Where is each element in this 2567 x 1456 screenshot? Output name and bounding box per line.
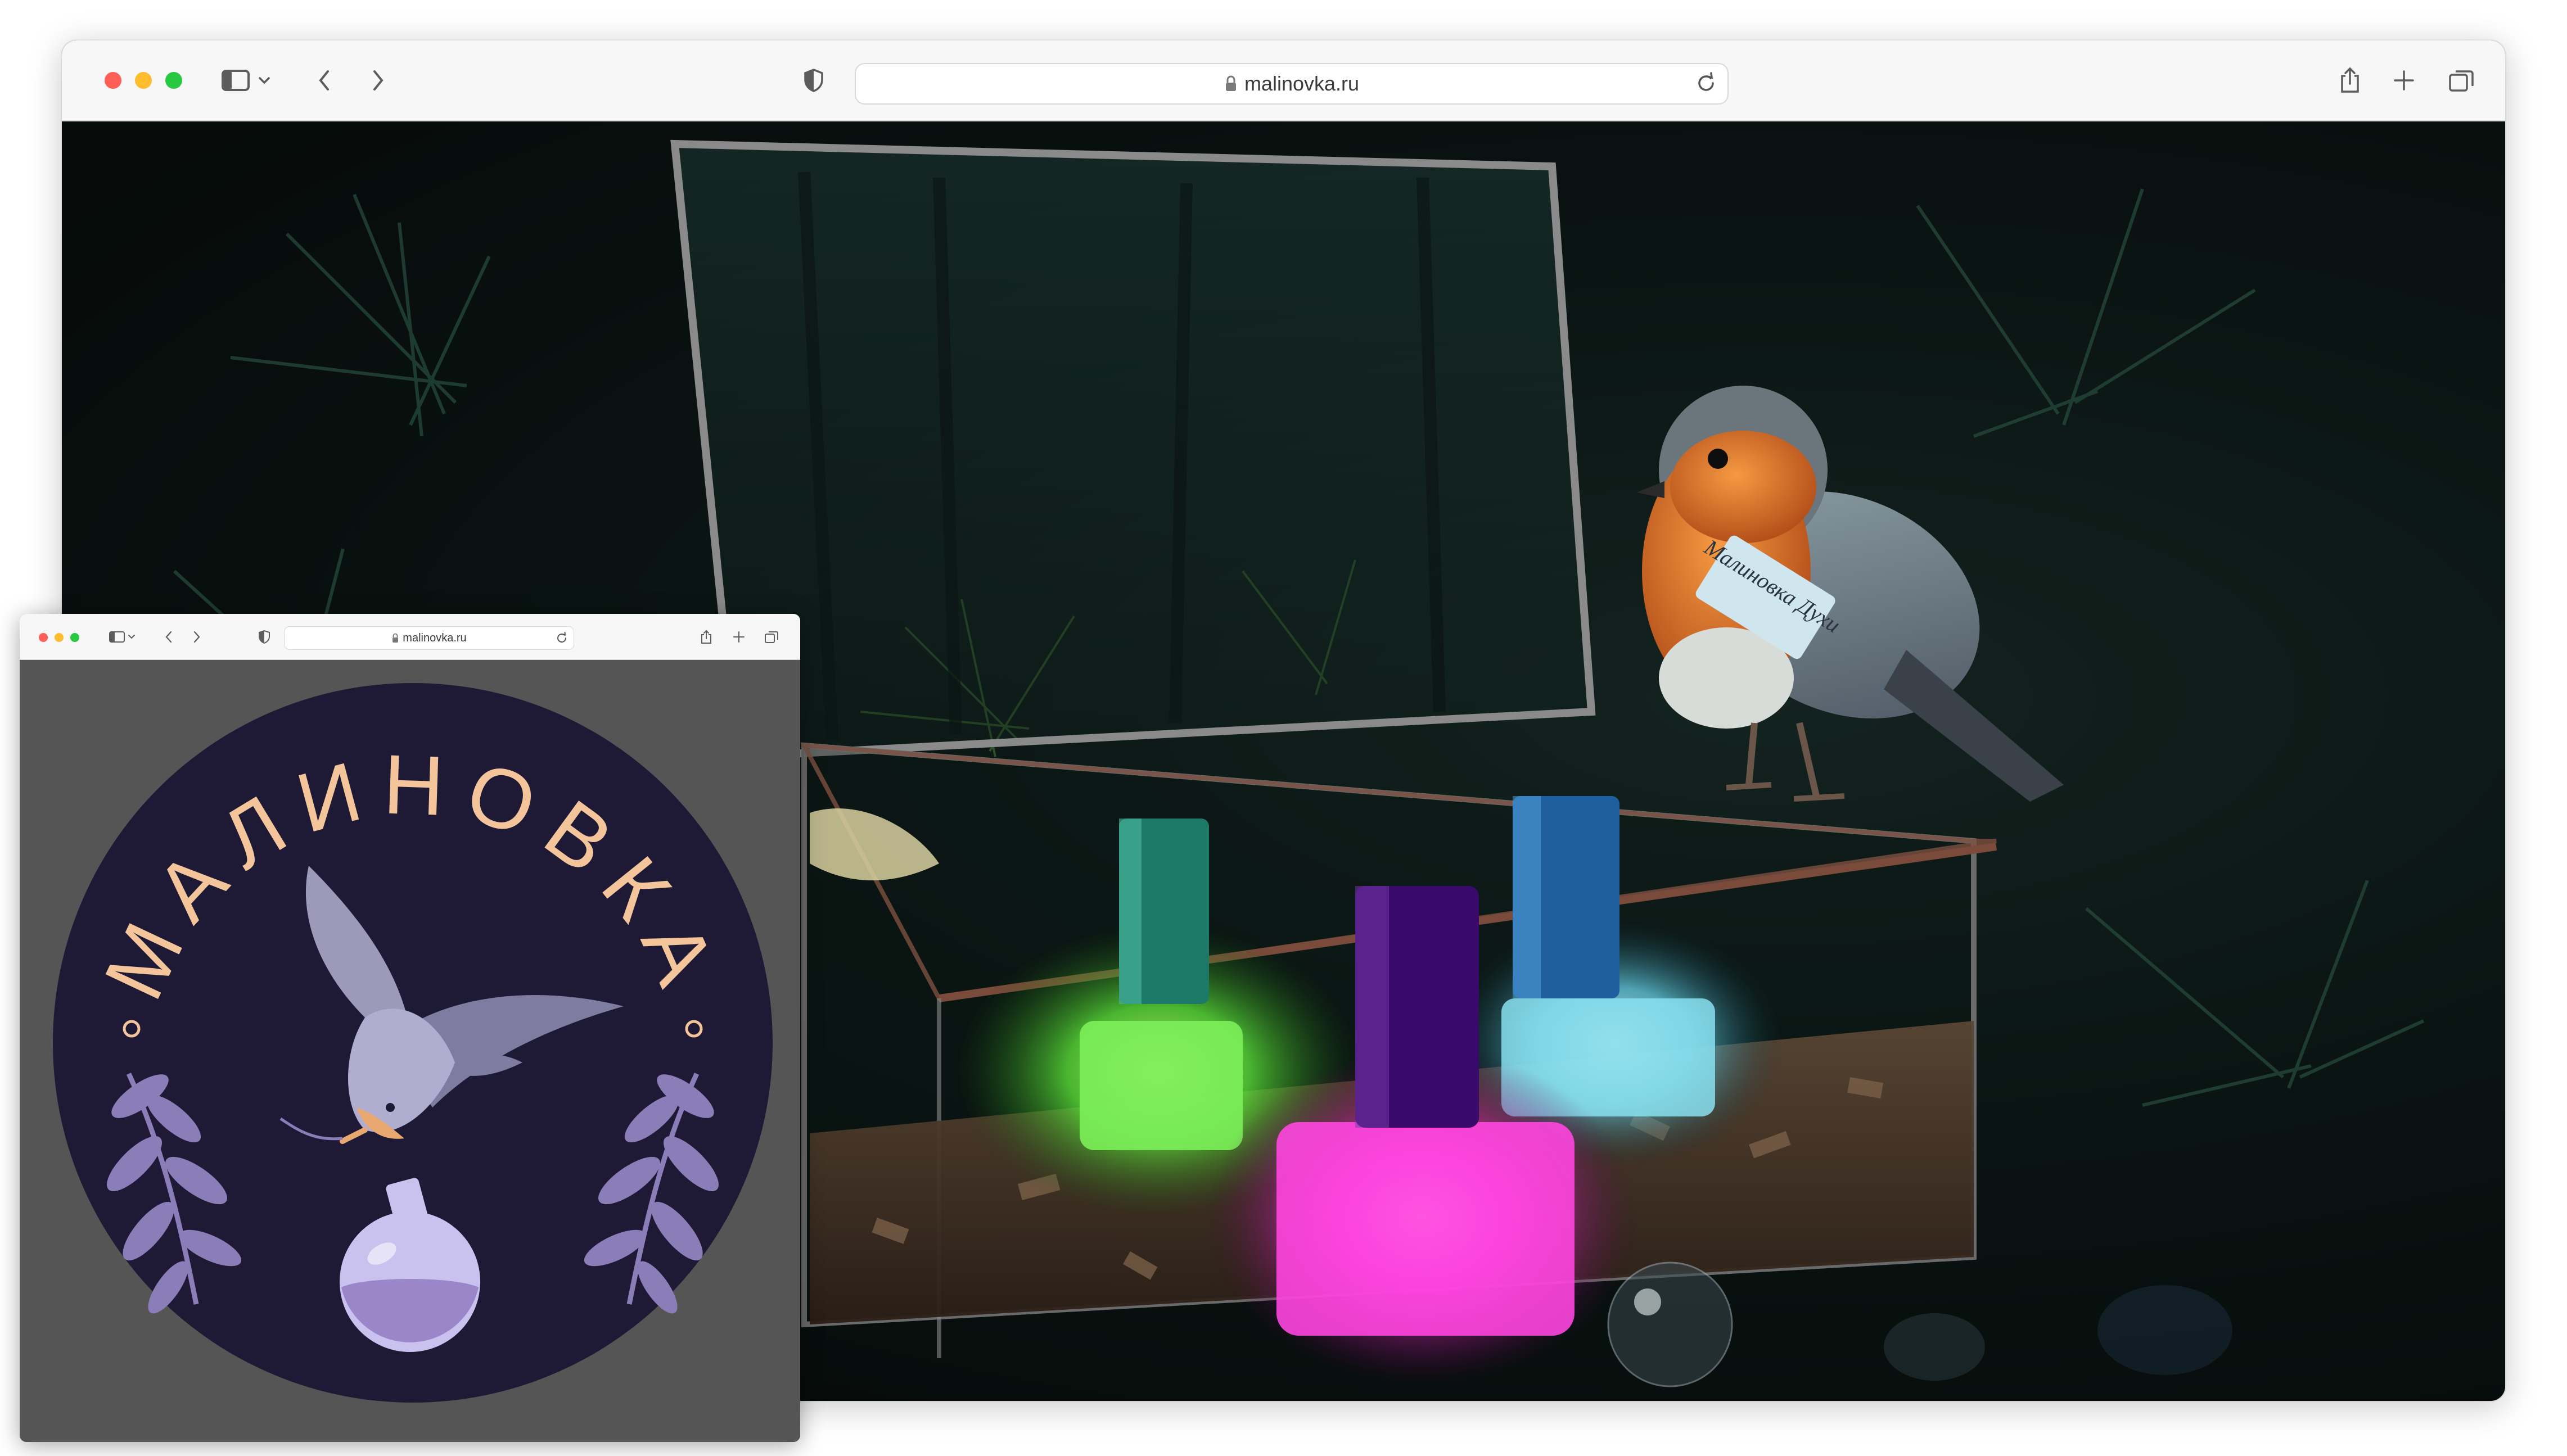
small-sidebar-icon[interactable]: [109, 628, 125, 645]
reload-icon[interactable]: [1695, 71, 1717, 96]
minimize-window-button[interactable]: [135, 72, 152, 89]
small-minimize-window-button[interactable]: [55, 633, 64, 642]
small-reload-icon[interactable]: [556, 631, 568, 645]
small-share-icon[interactable]: [698, 628, 715, 645]
small-close-window-button[interactable]: [39, 633, 48, 642]
browser-toolbar: malinovka.ru: [62, 40, 2505, 121]
url-text: malinovka.ru: [1244, 72, 1360, 95]
small-page-content: МАЛИНОВКА: [20, 660, 800, 1442]
small-browser-toolbar: malinovka.ru: [20, 614, 800, 660]
close-window-button[interactable]: [105, 72, 121, 89]
malinovka-logo: МАЛИНОВКА: [53, 683, 773, 1403]
robin-bird: Малиновка Духи: [1636, 386, 2064, 802]
small-zoom-window-button[interactable]: [70, 633, 79, 642]
small-browser-window: malinovka.ru МАЛИНОВКА: [20, 614, 800, 1442]
plus-icon[interactable]: [2389, 65, 2419, 96]
chevron-down-icon[interactable]: [256, 65, 273, 96]
address-bar[interactable]: malinovka.ru: [855, 63, 1729, 105]
glass-marbles: [1607, 1261, 2232, 1387]
lock-icon: [1224, 75, 1238, 92]
small-chevron-down-icon[interactable]: [127, 628, 137, 645]
shield-icon[interactable]: [798, 65, 829, 96]
share-icon[interactable]: [2335, 65, 2365, 96]
tabs-overview-icon[interactable]: [2446, 65, 2476, 96]
small-shield-icon[interactable]: [256, 628, 273, 645]
small-plus-icon[interactable]: [730, 628, 747, 645]
back-arrow-icon[interactable]: [309, 65, 340, 96]
small-tabs-overview-icon[interactable]: [763, 628, 780, 645]
small-lock-icon: [391, 633, 399, 643]
small-url-text: malinovka.ru: [403, 631, 467, 644]
zoom-window-button[interactable]: [165, 72, 182, 89]
small-forward-arrow-icon[interactable]: [188, 628, 205, 645]
small-address-bar[interactable]: malinovka.ru: [284, 626, 574, 650]
sidebar-icon[interactable]: [220, 65, 251, 96]
glass-box-lid: [670, 139, 1596, 761]
forward-arrow-icon[interactable]: [363, 65, 393, 96]
small-back-arrow-icon[interactable]: [160, 628, 177, 645]
